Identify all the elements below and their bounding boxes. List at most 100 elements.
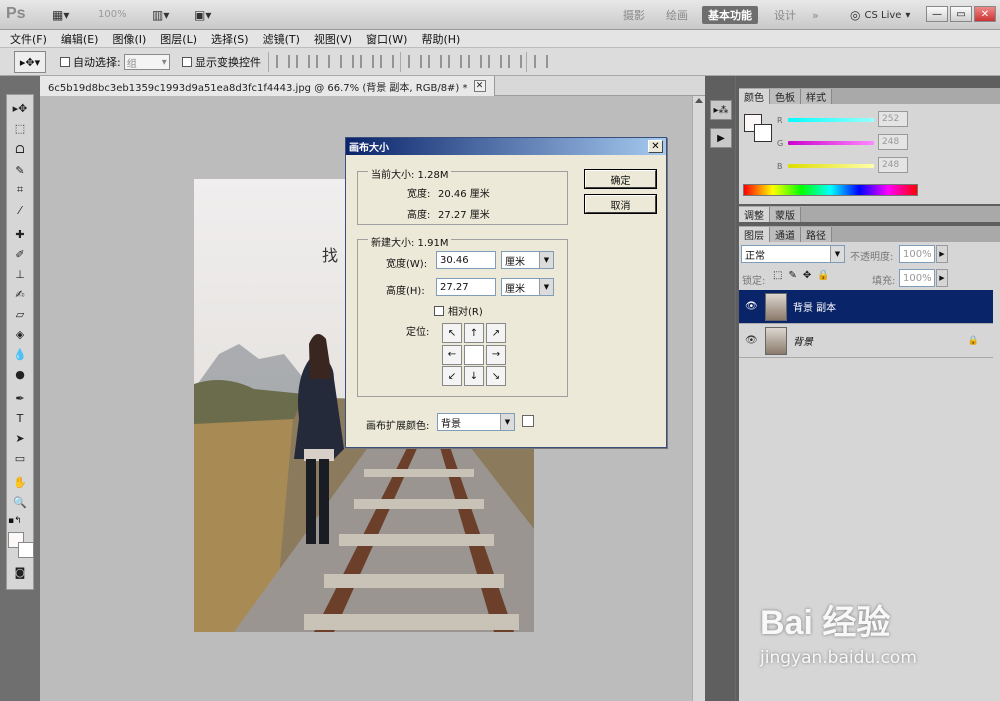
menu-help[interactable]: 帮助(H)	[421, 31, 460, 47]
tab-paths[interactable]: 路径	[801, 227, 832, 242]
eye-icon[interactable]: 👁	[745, 335, 759, 346]
align-right-icon[interactable]	[380, 55, 394, 68]
anchor-bottom-right[interactable]: ↘	[486, 366, 506, 387]
tab-masks[interactable]: 蒙版	[770, 207, 801, 222]
quick-mask-icon[interactable]: ◙	[7, 562, 33, 582]
tab-layers[interactable]: 图层	[739, 227, 770, 242]
arrange-documents-button[interactable]: ▥▾	[152, 7, 169, 23]
anchor-center[interactable]	[464, 344, 484, 365]
pen-tool-icon[interactable]: ✒	[7, 388, 33, 408]
vertical-scrollbar[interactable]	[692, 96, 705, 701]
align-hcenter-icon[interactable]	[360, 55, 374, 68]
distribute-left-icon[interactable]	[468, 55, 482, 68]
history-panel-icon[interactable]: ▸⁂	[710, 100, 732, 120]
launch-bridge-button[interactable]: ▦▾	[52, 7, 69, 23]
anchor-top-left[interactable]: ↖	[442, 323, 462, 343]
align-bottom-icon[interactable]	[316, 55, 330, 68]
document-tab[interactable]: 6c5b19d8bc3eb1359c1993d9a51ea8d3fc1f4443…	[40, 76, 495, 96]
menu-select[interactable]: 选择(S)	[211, 31, 249, 47]
auto-align-icon[interactable]	[534, 55, 548, 68]
maximize-button[interactable]: ▭	[950, 6, 972, 22]
workspace-painting[interactable]: 绘画	[660, 6, 694, 24]
type-tool-icon[interactable]: T	[7, 408, 33, 428]
height-unit-dropdown[interactable]: 厘米 ▼	[501, 278, 554, 296]
menu-layer[interactable]: 图层(L)	[160, 31, 197, 47]
anchor-top[interactable]: ↑	[464, 323, 484, 343]
menu-window[interactable]: 窗口(W)	[366, 31, 407, 47]
distribute-bottom-icon[interactable]	[448, 55, 462, 68]
opacity-arrow-icon[interactable]: ▶	[936, 245, 948, 263]
healing-brush-tool-icon[interactable]: ✚	[7, 224, 33, 244]
color-panel-background-swatch[interactable]	[754, 124, 772, 142]
default-colors-icon[interactable]: ▪↰	[8, 516, 22, 526]
brush-tool-icon[interactable]: ✐	[7, 244, 33, 264]
anchor-top-right[interactable]: ↗	[486, 323, 506, 343]
workspace-essentials[interactable]: 基本功能	[702, 6, 758, 24]
blue-channel-value[interactable]: 248	[878, 157, 908, 173]
marquee-tool-icon[interactable]: ⬚	[7, 118, 33, 138]
quick-select-tool-icon[interactable]: ✎	[7, 160, 33, 180]
green-channel-slider[interactable]	[788, 141, 874, 145]
dialog-close-icon[interactable]: ✕	[648, 140, 663, 153]
lock-icons[interactable]: ⬚✎✥🔒	[773, 270, 836, 281]
show-transform-option[interactable]: 显示变换控件	[182, 53, 261, 71]
zoom-level-display[interactable]: 100%	[98, 9, 127, 20]
paint-bucket-tool-icon[interactable]: ◈	[7, 324, 33, 344]
crop-tool-icon[interactable]: ⌗	[7, 180, 33, 200]
menu-filter[interactable]: 滤镜(T)	[263, 31, 300, 47]
tab-swatches[interactable]: 色板	[770, 89, 801, 104]
cancel-button[interactable]: 取消	[584, 194, 657, 214]
eye-icon[interactable]: 👁	[745, 301, 759, 312]
color-spectrum[interactable]	[743, 184, 918, 196]
anchor-bottom[interactable]: ↓	[464, 366, 484, 387]
relative-option[interactable]: 相对(R)	[434, 303, 483, 318]
menu-image[interactable]: 图像(I)	[112, 31, 146, 47]
opacity-input[interactable]: 100%	[899, 245, 935, 263]
blur-tool-icon[interactable]: 💧	[7, 344, 33, 364]
auto-select-dropdown[interactable]: 组 ▾	[123, 54, 170, 70]
green-channel-value[interactable]: 248	[878, 134, 908, 150]
width-unit-dropdown[interactable]: 厘米 ▼	[501, 251, 554, 269]
close-tab-icon[interactable]: ✕	[473, 80, 486, 92]
eyedropper-tool-icon[interactable]: ⁄	[7, 200, 33, 220]
path-select-tool-icon[interactable]: ➤	[7, 428, 33, 448]
red-channel-value[interactable]: 252	[878, 111, 908, 127]
anchor-right[interactable]: →	[486, 344, 506, 365]
align-top-icon[interactable]	[276, 55, 290, 68]
move-tool-icon[interactable]: ▸✥	[7, 98, 33, 118]
menu-view[interactable]: 视图(V)	[314, 31, 352, 47]
align-vcenter-icon[interactable]	[296, 55, 310, 68]
tab-styles[interactable]: 样式	[801, 89, 832, 104]
scroll-up-icon[interactable]	[695, 98, 703, 103]
menu-file[interactable]: 文件(F)	[10, 31, 47, 47]
distribute-top-icon[interactable]	[408, 55, 422, 68]
distribute-hcenter-icon[interactable]	[488, 55, 502, 68]
tab-color[interactable]: 颜色	[739, 89, 770, 104]
relative-checkbox[interactable]	[434, 305, 444, 316]
blend-mode-dropdown[interactable]: 正常 ▼	[741, 245, 845, 263]
layer-row[interactable]: 👁 背景 副本	[739, 290, 993, 324]
show-transform-checkbox[interactable]	[182, 57, 192, 67]
new-width-input[interactable]: 30.46	[436, 251, 496, 269]
red-channel-slider[interactable]	[788, 118, 874, 122]
history-brush-tool-icon[interactable]: ✍	[7, 284, 33, 304]
shape-tool-icon[interactable]: ▭	[7, 448, 33, 468]
lasso-tool-icon[interactable]: ᗝ	[7, 140, 33, 160]
screen-mode-button[interactable]: ▣▾	[194, 7, 211, 23]
ok-button[interactable]: 确定	[584, 169, 657, 189]
tab-adjustments[interactable]: 调整	[739, 207, 770, 222]
workspace-more[interactable]: »	[806, 6, 825, 24]
distribute-right-icon[interactable]	[508, 55, 522, 68]
workspace-design[interactable]: 设计	[768, 6, 802, 24]
align-left-icon[interactable]	[340, 55, 354, 68]
dodge-tool-icon[interactable]: ●	[7, 364, 33, 384]
minimize-button[interactable]: —	[926, 6, 948, 22]
close-button[interactable]: ✕	[974, 6, 996, 22]
hand-tool-icon[interactable]: ✋	[7, 472, 33, 492]
blue-channel-slider[interactable]	[788, 164, 874, 168]
zoom-tool-icon[interactable]: 🔍	[7, 492, 33, 512]
workspace-photography[interactable]: 摄影	[617, 6, 651, 24]
cs-live-button[interactable]: ◎ CS Live ▾	[850, 6, 910, 24]
actions-panel-icon[interactable]: ▶	[710, 128, 732, 148]
anchor-left[interactable]: ←	[442, 344, 462, 365]
